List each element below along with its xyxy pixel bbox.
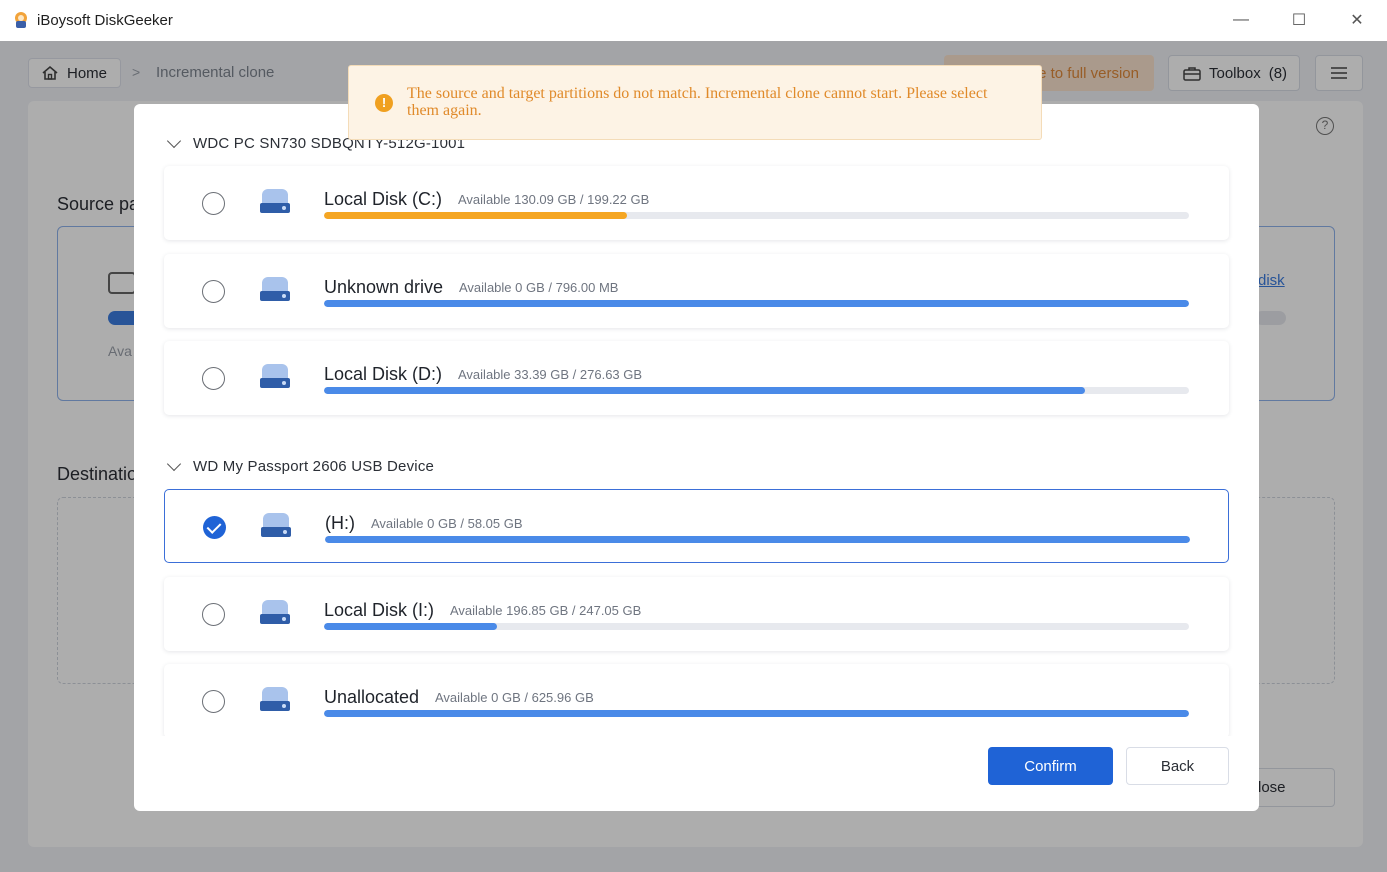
usage-bar-fill <box>325 536 1190 543</box>
partition-available: Available 0 GB / 625.96 GB <box>435 690 594 705</box>
radio-checked-icon[interactable] <box>203 516 226 539</box>
partition-available: Available 130.09 GB / 199.22 GB <box>458 192 650 207</box>
close-window-button[interactable]: ✕ <box>1334 6 1380 34</box>
usage-bar-track <box>324 300 1189 307</box>
partition-card[interactable]: Unallocated Available 0 GB / 625.96 GB <box>164 664 1229 736</box>
partition-card[interactable]: Local Disk (I:) Available 196.85 GB / 247… <box>164 577 1229 651</box>
partition-name: (H:) <box>325 513 355 533</box>
usage-bar-track <box>325 536 1190 543</box>
title-bar: iBoysoft DiskGeeker — ☐ ✕ <box>0 0 1387 41</box>
partition-card[interactable]: Unknown drive Available 0 GB / 796.00 MB <box>164 254 1229 328</box>
radio-button[interactable] <box>202 192 225 215</box>
chevron-down-icon <box>166 456 182 472</box>
minimize-button[interactable]: — <box>1218 6 1264 34</box>
partition-name: Unallocated <box>324 687 420 707</box>
partition-card[interactable]: Local Disk (D:) Available 33.39 GB / 276.… <box>164 341 1229 415</box>
drive-icon <box>259 364 291 392</box>
usage-bar-track <box>324 387 1189 394</box>
usage-bar-fill <box>324 300 1189 307</box>
disk-group-name: WD My Passport 2606 USB Device <box>193 458 435 475</box>
partition-available: Available 0 GB / 796.00 MB <box>459 280 619 295</box>
radio-button[interactable] <box>202 690 225 713</box>
warning-icon: ! <box>375 94 393 112</box>
partition-name: Unknown drive <box>324 277 444 297</box>
chevron-down-icon <box>166 133 182 149</box>
partition-available: Available 33.39 GB / 276.63 GB <box>458 367 643 382</box>
partition-name: Local Disk (D:) <box>324 364 443 384</box>
back-button[interactable]: Back <box>1126 747 1229 785</box>
drive-icon <box>260 513 292 541</box>
app-logo-icon <box>15 12 27 28</box>
toast-message: The source and target partitions do not … <box>407 85 988 119</box>
radio-button[interactable] <box>202 367 225 390</box>
partition-available: Available 196.85 GB / 247.05 GB <box>450 603 642 618</box>
disk-group-header[interactable]: WD My Passport 2606 USB Device <box>166 456 435 475</box>
error-toast: ! The source and target partitions do no… <box>348 65 1042 140</box>
drive-icon <box>259 600 291 628</box>
partition-available: Available 0 GB / 58.05 GB <box>371 516 523 531</box>
drive-icon <box>259 277 291 305</box>
radio-button[interactable] <box>202 603 225 626</box>
usage-bar-track <box>324 710 1189 717</box>
usage-bar-track <box>324 212 1189 219</box>
usage-bar-fill <box>324 623 497 630</box>
usage-bar-fill <box>324 387 1086 394</box>
usage-bar-fill <box>324 710 1189 717</box>
drive-icon <box>259 687 291 715</box>
partition-card[interactable]: Local Disk (C:) Available 130.09 GB / 199… <box>164 166 1229 240</box>
disk-list: WDC PC SN730 SDBQNTY-512G-1001 Local Disk… <box>134 104 1259 736</box>
app-title: iBoysoft DiskGeeker <box>37 12 173 29</box>
partition-select-dialog: WDC PC SN730 SDBQNTY-512G-1001 Local Disk… <box>134 104 1259 811</box>
usage-bar-fill <box>324 212 627 219</box>
maximize-button[interactable]: ☐ <box>1276 6 1322 34</box>
drive-icon <box>259 189 291 217</box>
confirm-button[interactable]: Confirm <box>988 747 1113 785</box>
partition-name: Local Disk (C:) <box>324 189 443 209</box>
partition-name: Local Disk (I:) <box>324 600 435 620</box>
usage-bar-track <box>324 623 1189 630</box>
partition-card[interactable]: (H:) Available 0 GB / 58.05 GB <box>164 489 1229 563</box>
radio-button[interactable] <box>202 280 225 303</box>
